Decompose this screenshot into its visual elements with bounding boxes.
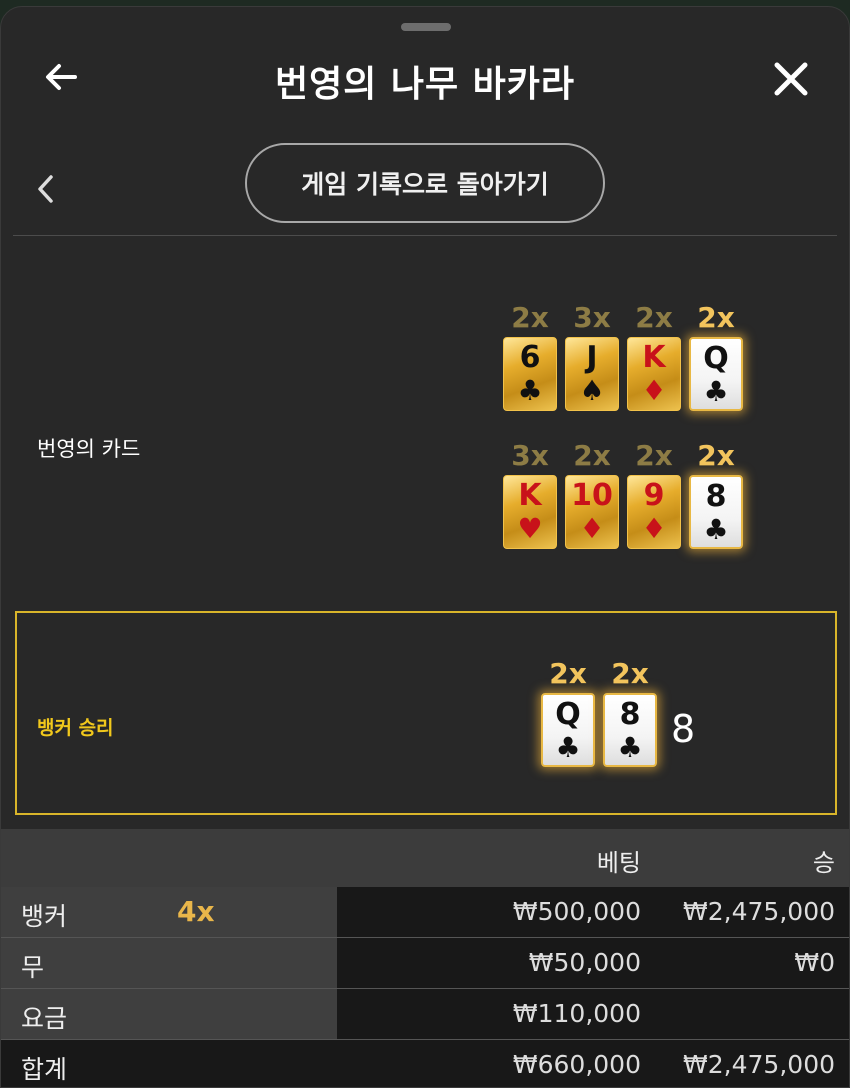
card-multiplier: 2x	[697, 301, 735, 334]
playing-card: 10 ♦	[565, 475, 619, 549]
table-row: 요금 ₩110,000	[1, 989, 849, 1039]
card-rank: 9	[643, 478, 665, 513]
back-to-history-button[interactable]: 게임 기록으로 돌아가기	[245, 143, 605, 223]
playing-card: 8 ♣	[603, 693, 657, 767]
total-row: 합계 ₩660,000 ₩2,475,000	[1, 1040, 849, 1087]
table-header: 베팅 승	[1, 829, 849, 887]
playing-card: Q ♣	[689, 337, 743, 411]
row-label: 무	[21, 953, 45, 982]
history-detail-sheet: 번영의 나무 바카라 게임 기록으로 돌아가기 번영의 카드 2x 6 ♣ 3x J ♠ 2…	[0, 6, 850, 1088]
card-suit-icon: ♦	[641, 374, 667, 407]
row-win: ₩0	[794, 948, 835, 977]
row-win: ₩2,475,000	[683, 897, 835, 926]
total-label: 합계	[21, 1055, 68, 1084]
playing-card: Q ♣	[541, 693, 595, 767]
table-row: 뱅커 4x ₩500,000 ₩2,475,000	[1, 887, 849, 937]
hand-score: 8	[671, 707, 696, 751]
card-multiplier: 2x	[611, 657, 649, 690]
banker-win-label: 뱅커 승리	[37, 717, 114, 739]
row-bet: ₩50,000	[528, 948, 641, 977]
prosperity-cards-label: 번영의 카드	[37, 437, 141, 461]
card-multiplier: 2x	[549, 657, 587, 690]
header-bet: 베팅	[596, 849, 641, 877]
card-suit-icon: ♣	[517, 374, 543, 407]
table-row: 무 ₩50,000 ₩0	[1, 938, 849, 988]
close-icon[interactable]	[767, 55, 815, 103]
card-multiplier: 3x	[573, 301, 611, 334]
row-bet: ₩500,000	[512, 897, 641, 926]
divider	[13, 235, 837, 236]
card-suit-icon: ♠	[579, 374, 605, 407]
row-label: 뱅커	[21, 902, 68, 931]
card-rank: 6	[519, 340, 541, 375]
total-win: ₩2,475,000	[683, 1050, 835, 1079]
playing-card: 9 ♦	[627, 475, 681, 549]
total-bet: ₩660,000	[512, 1050, 641, 1079]
card-multiplier: 2x	[573, 439, 611, 472]
playing-card: K ♥	[503, 475, 557, 549]
page-title: 번영의 나무 바카라	[274, 64, 576, 105]
playing-card: 6 ♣	[503, 337, 557, 411]
playing-card: 8 ♣	[689, 475, 743, 549]
drag-handle[interactable]	[401, 23, 451, 31]
card-rank: K	[518, 478, 542, 513]
card-rank: J	[586, 340, 598, 375]
row-bet: ₩110,000	[512, 999, 641, 1028]
result-box	[15, 611, 837, 815]
card-rank: Q	[555, 697, 581, 732]
card-rank: 8	[705, 479, 727, 514]
card-rank: Q	[703, 341, 729, 376]
card-multiplier: 2x	[511, 301, 549, 334]
card-suit-icon: ♣	[617, 731, 643, 764]
card-rank: 8	[619, 697, 641, 732]
row-label: 요금	[21, 1004, 68, 1033]
row-multiplier: 4x	[177, 895, 215, 928]
card-multiplier: 3x	[511, 439, 549, 472]
card-suit-icon: ♦	[641, 512, 667, 545]
card-multiplier: 2x	[697, 439, 735, 472]
card-rank: 10	[571, 478, 613, 513]
playing-card: J ♠	[565, 337, 619, 411]
header-win: 승	[812, 849, 835, 877]
card-multiplier: 2x	[635, 439, 673, 472]
card-suit-icon: ♣	[703, 513, 729, 546]
chevron-left-icon[interactable]	[31, 169, 61, 209]
playing-card: K ♦	[627, 337, 681, 411]
card-suit-icon: ♥	[517, 512, 543, 545]
card-suit-icon: ♦	[579, 512, 605, 545]
card-rank: K	[642, 340, 666, 375]
card-suit-icon: ♣	[703, 375, 729, 408]
card-suit-icon: ♣	[555, 731, 581, 764]
card-multiplier: 2x	[635, 301, 673, 334]
